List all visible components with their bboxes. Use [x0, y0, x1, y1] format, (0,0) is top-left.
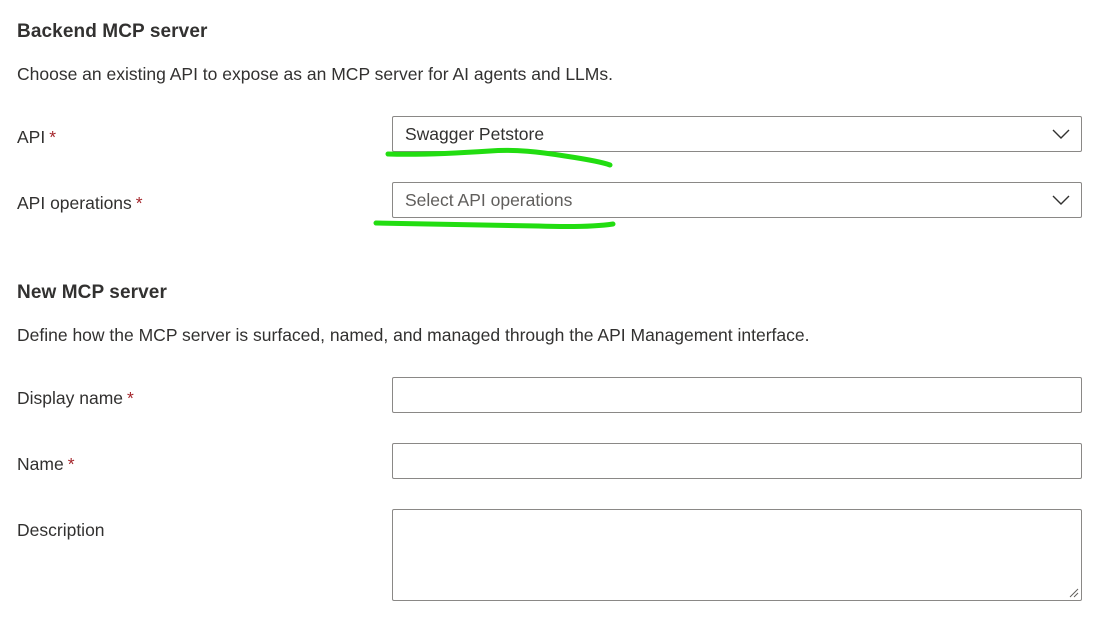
api-operations-label-text: API operations [17, 193, 132, 213]
api-operations-label: API operations * [17, 193, 143, 214]
api-operations-dropdown-placeholder: Select API operations [405, 190, 573, 210]
display-name-label-text: Display name [17, 388, 124, 408]
name-input[interactable] [392, 443, 1082, 479]
display-name-input[interactable] [392, 377, 1082, 413]
api-dropdown[interactable]: Swagger Petstore [392, 116, 1082, 152]
description-label: Description [17, 520, 105, 540]
api-dropdown-value: Swagger Petstore [405, 124, 545, 144]
name-label: Name * [17, 454, 75, 475]
mcp-server-form: Backend MCP server Choose an existing AP… [0, 0, 1114, 637]
backend-section-description: Choose an existing API to expose as an M… [17, 64, 613, 84]
name-label-text: Name [17, 454, 64, 474]
new-server-section-title: New MCP server [17, 282, 167, 303]
required-indicator: * [135, 193, 143, 213]
required-indicator: * [67, 454, 75, 474]
display-name-label: Display name * [17, 388, 134, 409]
required-indicator: * [127, 388, 134, 408]
api-label-text: API [17, 127, 46, 147]
chevron-down-icon [1052, 129, 1070, 139]
resize-grip-icon[interactable] [1067, 586, 1079, 598]
api-label: API * [17, 127, 56, 148]
chevron-down-icon [1052, 195, 1070, 205]
api-operations-dropdown[interactable]: Select API operations [392, 182, 1082, 218]
required-indicator: * [49, 127, 57, 147]
description-textarea[interactable] [392, 509, 1082, 601]
new-server-section-description: Define how the MCP server is surfaced, n… [17, 325, 810, 345]
backend-section-title: Backend MCP server [17, 21, 208, 42]
